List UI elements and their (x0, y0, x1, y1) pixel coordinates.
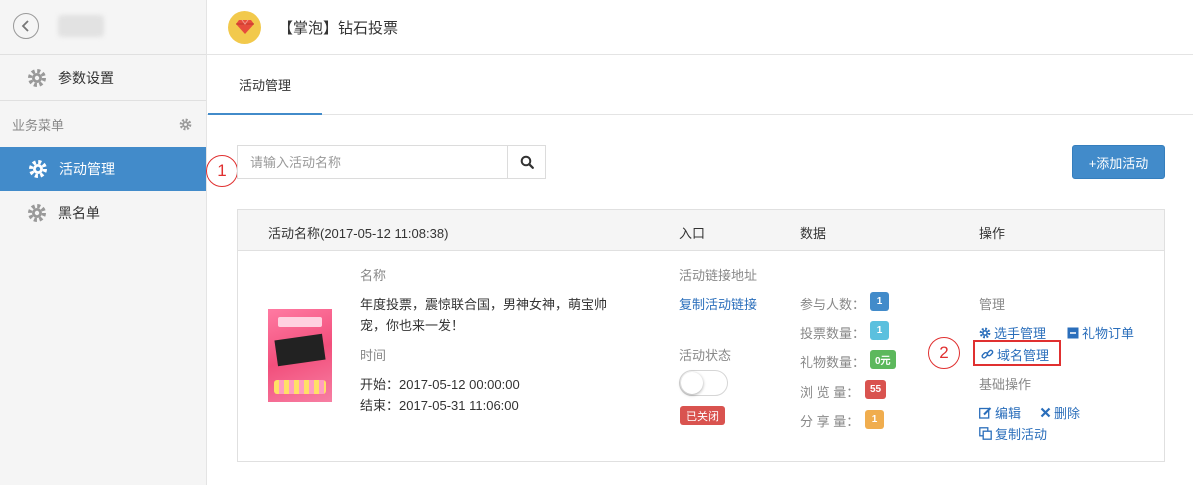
manage-label: 管理 (979, 297, 1006, 312)
end-time: 结束：2017-05-31 11:06:00 (360, 398, 519, 413)
gear-icon (28, 204, 46, 222)
gear-icon (28, 68, 46, 87)
sidebar-section-business: 业务菜单 (0, 101, 206, 147)
edit-icon (979, 406, 992, 419)
stat-label-votes: 投票数量： (800, 326, 866, 341)
stat-label-views: 浏 览 量： (800, 385, 860, 400)
activity-table: 活动名称(2017-05-12 11:08:38) 入口 数据 操作 名称 年度… (237, 209, 1165, 462)
highlight-box-domain (973, 340, 1061, 366)
search-input[interactable] (238, 146, 507, 178)
stat-badge-participants: 1 (870, 292, 889, 311)
name-label: 名称 (360, 268, 387, 283)
add-activity-button[interactable]: +添加活动 (1072, 145, 1165, 179)
account-name-blurred (58, 15, 104, 37)
delete-link[interactable]: 删除 (1040, 403, 1080, 422)
sidebar-item-params[interactable]: 参数设置 (0, 55, 206, 101)
column-header-data: 数据 (800, 226, 827, 241)
sidebar: 参数设置 业务菜单 活动管理 黑名单 (0, 0, 207, 485)
close-icon (1040, 407, 1051, 418)
search-bar (237, 145, 546, 179)
search-button[interactable] (507, 146, 545, 178)
copy-activity-button[interactable]: 复制活动 (979, 424, 1047, 443)
copy-activity-label: 复制活动 (995, 427, 1048, 442)
delete-label: 删除 (1054, 406, 1081, 421)
activity-status-label: 活动状态 (679, 348, 732, 363)
back-button[interactable] (13, 13, 39, 39)
stat-label-gifts: 礼物数量： (800, 355, 866, 370)
status-badge: 已关闭 (680, 406, 725, 425)
tab-activity-management[interactable]: 活动管理 (208, 56, 322, 115)
time-label: 时间 (360, 348, 387, 363)
sidebar-item-label: 黑名单 (58, 205, 100, 221)
annotation-marker-1: 1 (206, 155, 238, 187)
column-header-ops: 操作 (979, 226, 1006, 241)
sidebar-item-label: 活动管理 (59, 161, 115, 177)
copy-icon (979, 427, 992, 440)
activity-name-line2: 宠，你也来一发！ (360, 318, 465, 333)
search-icon (520, 155, 534, 169)
stat-badge-votes: 1 (870, 321, 889, 340)
edit-link[interactable]: 编辑 (979, 403, 1021, 422)
table-header: 活动名称(2017-05-12 11:08:38) 入口 数据 操作 (238, 210, 1164, 251)
activity-name-line1: 年度投票，震惊联合国，男神女神，萌宝帅 (360, 297, 608, 312)
gift-order-label: 礼物订单 (1082, 326, 1135, 341)
edit-label: 编辑 (995, 406, 1022, 421)
copy-activity-link[interactable]: 复制活动链接 (679, 294, 757, 313)
gift-order-link[interactable]: 礼物订单 (1067, 323, 1134, 342)
column-header-entry: 入口 (679, 226, 706, 241)
activity-poster-image (268, 309, 332, 402)
column-header-name: 活动名称(2017-05-12 11:08:38) (268, 226, 449, 241)
annotation-marker-2: 2 (928, 337, 960, 369)
start-time: 开始：2017-05-12 00:00:00 (360, 377, 520, 392)
sidebar-header (0, 0, 206, 55)
sidebar-item-activity[interactable]: 活动管理 (0, 147, 206, 191)
diamond-icon (228, 10, 261, 44)
stat-label-shares: 分 享 量： (800, 414, 860, 429)
sidebar-item-label: 参数设置 (58, 69, 114, 86)
stat-label-participants: 参与人数： (800, 297, 866, 312)
stat-badge-views: 55 (865, 380, 887, 399)
tab-bar: 活动管理 (207, 56, 1193, 115)
app-title: 【掌泡】钻石投票 (278, 19, 399, 37)
sidebar-section-label: 业务菜单 (12, 117, 65, 133)
gear-icon[interactable] (179, 118, 192, 131)
list-icon (1067, 327, 1079, 338)
top-header: 【掌泡】钻石投票 (207, 0, 1193, 55)
stat-badge-gifts: 0元 (870, 350, 896, 369)
stat-badge-shares: 1 (865, 410, 884, 429)
gear-icon (29, 160, 47, 178)
basic-ops-label: 基础操作 (979, 377, 1032, 392)
activity-status-toggle[interactable] (679, 370, 728, 396)
entry-link-label: 活动链接地址 (679, 268, 758, 283)
chevron-left-icon (21, 20, 29, 32)
gear-icon (979, 327, 991, 338)
sidebar-item-blacklist[interactable]: 黑名单 (0, 191, 206, 235)
